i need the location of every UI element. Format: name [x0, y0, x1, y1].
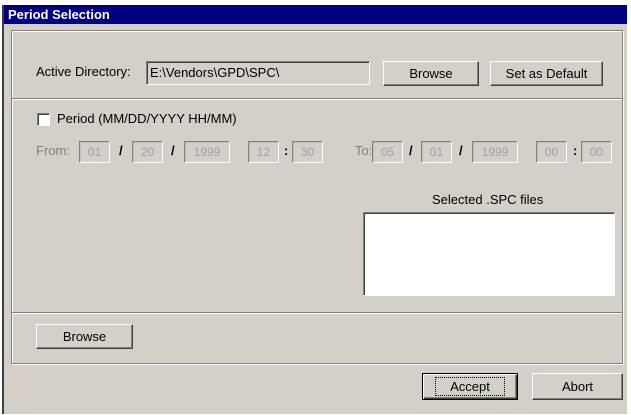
active-directory-label: Active Directory: [36, 64, 131, 79]
from-date-separator-1: / [119, 143, 123, 158]
section-divider-top [12, 98, 622, 100]
selected-files-list[interactable] [363, 212, 615, 296]
to-day-field[interactable]: 01 [421, 141, 452, 163]
accept-button-label: Accept [435, 377, 505, 396]
period-checkbox[interactable] [37, 113, 50, 126]
to-year-field[interactable]: 1999 [472, 141, 518, 163]
active-directory-field: E:\Vendors\GPD\SPC\ [146, 61, 370, 85]
from-label: From: [36, 143, 70, 158]
selected-files-label: Selected .SPC files [432, 192, 544, 207]
from-year-field[interactable]: 1999 [184, 141, 230, 163]
abort-button[interactable]: Abort [532, 373, 623, 400]
from-hour-field[interactable]: 12 [248, 141, 279, 163]
to-minute-field[interactable]: 00 [581, 141, 612, 163]
files-browse-button[interactable]: Browse [36, 324, 133, 349]
to-date-separator-2: / [459, 143, 463, 158]
period-checkbox-label: Period (MM/DD/YYYY HH/MM) [57, 111, 237, 126]
set-as-default-button[interactable]: Set as Default [490, 61, 603, 86]
to-label: To: [355, 143, 373, 158]
to-time-separator: : [573, 143, 578, 158]
to-month-field[interactable]: 05 [372, 141, 403, 163]
main-panel: Active Directory: E:\Vendors\GPD\SPC\ Br… [11, 30, 623, 364]
from-day-field[interactable]: 20 [132, 141, 163, 163]
window-title: Period Selection [4, 5, 627, 24]
from-month-field[interactable]: 01 [79, 141, 110, 163]
directory-browse-button[interactable]: Browse [383, 61, 479, 86]
to-hour-field[interactable]: 00 [536, 141, 567, 163]
section-divider-bottom [12, 312, 622, 314]
from-time-separator: : [284, 143, 289, 158]
period-selection-window: Period Selection Active Directory: E:\Ve… [2, 5, 627, 414]
accept-button[interactable]: Accept [422, 373, 518, 400]
to-date-separator-1: / [409, 143, 413, 158]
from-minute-field[interactable]: 30 [292, 141, 323, 163]
from-date-separator-2: / [171, 143, 175, 158]
